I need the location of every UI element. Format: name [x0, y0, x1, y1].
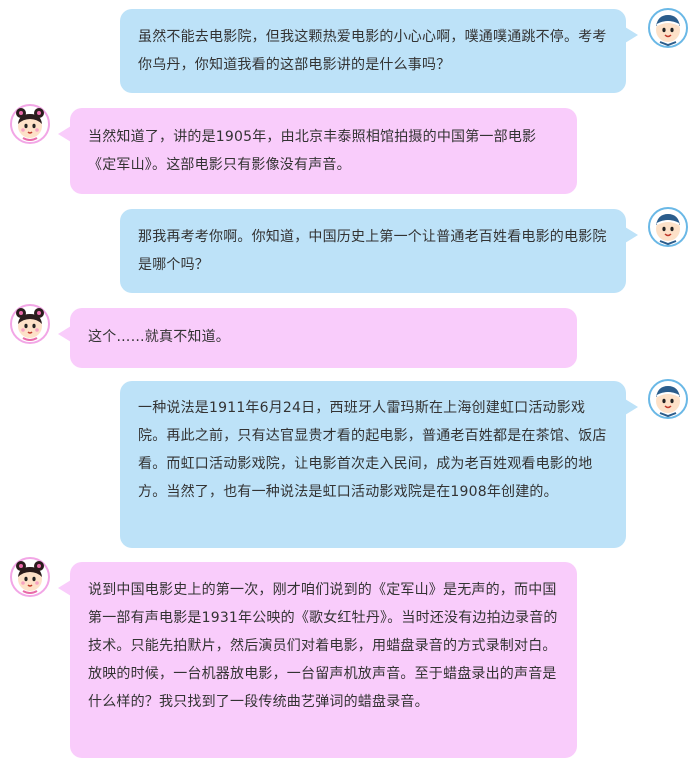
message-bubble: 说到中国电影史上的第一次，刚才咱们说到的《定军山》是无声的，而中国第一部有声电影…	[58, 562, 577, 758]
chat-conversation: 虽然不能去电影院，但我这颗热爱电影的小心心啊，噗通噗通跳不停。考考你乌丹，你知道…	[0, 0, 696, 768]
message-text: 说到中国电影史上的第一次，刚才咱们说到的《定军山》是无声的，而中国第一部有声电影…	[88, 582, 558, 710]
chat-message-left: 这个……就真不知道。	[0, 300, 696, 375]
message-text: 这个……就真不知道。	[88, 329, 230, 345]
message-text: 虽然不能去电影院，但我这颗热爱电影的小心心啊，噗通噗通跳不停。考考你乌丹，你知道…	[138, 29, 607, 73]
chat-message-left: 当然知道了，讲的是1905年，由北京丰泰照相馆拍摄的中国第一部电影《定军山》。这…	[0, 100, 696, 200]
chat-message-right: 那我再考考你啊。你知道，中国历史上第一个让普通老百姓看电影的电影院是哪个吗？	[0, 200, 696, 300]
message-bubble: 那我再考考你啊。你知道，中国历史上第一个让普通老百姓看电影的电影院是哪个吗？	[120, 209, 638, 293]
message-bubble: 虽然不能去电影院，但我这颗热爱电影的小心心啊，噗通噗通跳不停。考考你乌丹，你知道…	[120, 9, 638, 93]
chat-message-right: 一种说法是1911年6月24日，西班牙人雷玛斯在上海创建虹口活动影戏院。再此之前…	[0, 376, 696, 552]
chat-message-left: 说到中国电影史上的第一次，刚才咱们说到的《定军山》是无声的，而中国第一部有声电影…	[0, 553, 696, 768]
boy-avatar-icon	[648, 8, 688, 48]
message-bubble: 当然知道了，讲的是1905年，由北京丰泰照相馆拍摄的中国第一部电影《定军山》。这…	[58, 108, 577, 194]
chat-message-right: 虽然不能去电影院，但我这颗热爱电影的小心心啊，噗通噗通跳不停。考考你乌丹，你知道…	[0, 0, 696, 100]
girl-avatar-icon	[10, 557, 50, 597]
boy-avatar-icon	[648, 379, 688, 419]
message-text: 那我再考考你啊。你知道，中国历史上第一个让普通老百姓看电影的电影院是哪个吗？	[138, 229, 607, 273]
message-bubble: 一种说法是1911年6月24日，西班牙人雷玛斯在上海创建虹口活动影戏院。再此之前…	[120, 381, 638, 548]
girl-avatar-icon	[10, 104, 50, 144]
message-text: 一种说法是1911年6月24日，西班牙人雷玛斯在上海创建虹口活动影戏院。再此之前…	[138, 400, 607, 500]
message-text: 当然知道了，讲的是1905年，由北京丰泰照相馆拍摄的中国第一部电影《定军山》。这…	[88, 129, 537, 173]
boy-avatar-icon	[648, 207, 688, 247]
girl-avatar-icon	[10, 304, 50, 344]
message-bubble: 这个……就真不知道。	[58, 308, 577, 368]
